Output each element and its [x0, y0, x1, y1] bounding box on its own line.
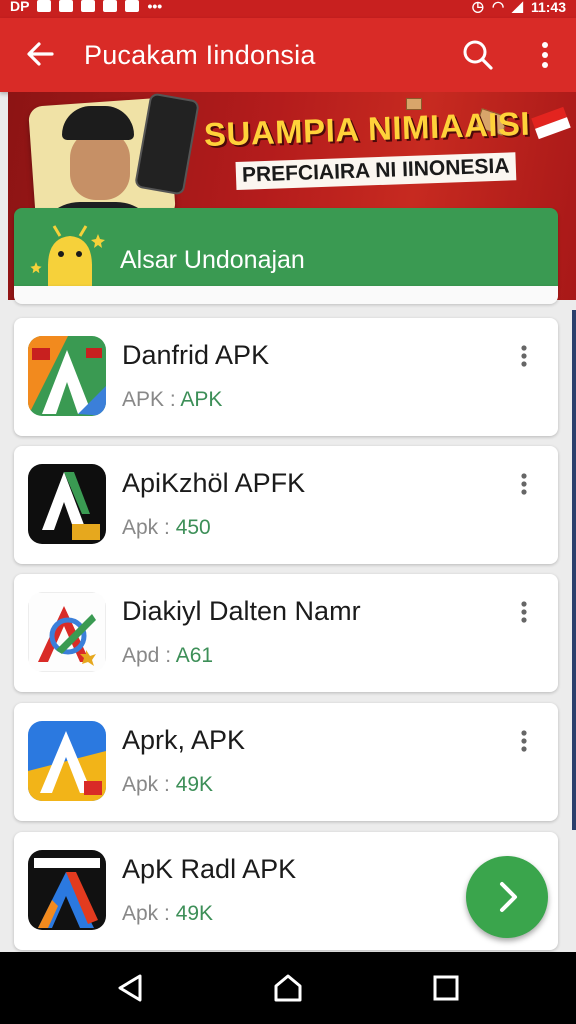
- app-name: Aprk, APK: [122, 725, 246, 755]
- app-meta-label: Apd: [122, 644, 160, 667]
- app-meta-value: 49K: [175, 773, 214, 796]
- signal-icon: ◢: [512, 0, 523, 14]
- a-black-green-app-icon: [28, 464, 106, 544]
- mail-icon: [59, 0, 74, 12]
- app-meta: Apd : A61: [122, 644, 214, 667]
- app-meta-value: 450: [175, 516, 211, 539]
- mute-icon: [103, 0, 118, 12]
- status-time: 11:43: [530, 0, 566, 15]
- a-orange-green-app-icon: [28, 336, 106, 416]
- app-meta: APK : APK: [122, 388, 223, 411]
- notification-icon: [37, 0, 52, 12]
- app-name: Diakiyl Dalten Namr: [122, 596, 361, 626]
- app-meta-label: Apk: [122, 773, 159, 796]
- status-icons-right: ◷ ◠ ◢ 11:43: [472, 0, 566, 15]
- item-menu-icon[interactable]: [514, 727, 534, 755]
- app-bar: Pucakam Iindonsia: [0, 18, 576, 92]
- a-white-multicolor-app-icon: [28, 592, 106, 672]
- back-arrow-icon[interactable]: [22, 36, 58, 72]
- app-meta: Apk : 49K: [122, 773, 214, 796]
- messenger-icon: [125, 0, 140, 12]
- more-notifications-icon: •••: [147, 0, 163, 14]
- app-meta-value: APK: [180, 388, 223, 411]
- app-meta-label: Apk: [122, 516, 159, 539]
- list-divider: [14, 286, 558, 304]
- indonesia-flag-icon: [531, 106, 571, 140]
- item-menu-icon[interactable]: [514, 470, 534, 498]
- app-list-item[interactable]: Diakiyl Dalten Namr Apd : A61: [14, 574, 558, 692]
- app-meta: Apk : 49K: [122, 902, 214, 925]
- nav-home-icon[interactable]: [270, 970, 306, 1006]
- status-left-text: DP: [10, 0, 30, 14]
- android-robot-icon: [30, 225, 105, 286]
- app-name: Danfrid APK: [122, 340, 270, 370]
- app-list-item[interactable]: Aprk, APK Apk : 49K: [14, 703, 558, 821]
- edge-peek-panel: [572, 310, 576, 830]
- app-meta: Apk : 450: [122, 516, 211, 539]
- item-menu-icon[interactable]: [514, 598, 534, 626]
- app-meta-label: APK: [122, 388, 165, 411]
- app-name: ApK Radl APK: [122, 854, 297, 884]
- a-black-red-app-icon: [28, 850, 106, 930]
- app-meta-label: Apk: [122, 902, 159, 925]
- status-icons-left: DP •••: [10, 0, 162, 14]
- app-name: ApiKzhöl APFK: [122, 468, 306, 498]
- alarm-icon: ◷: [471, 0, 484, 14]
- promo-section-header[interactable]: Alsar Undonajan: [14, 208, 558, 286]
- next-fab-button[interactable]: [466, 856, 548, 938]
- app-meta-value: A61: [175, 644, 214, 667]
- app-notification-icon: [81, 0, 96, 12]
- app-list-item[interactable]: ApiKzhöl APFK Apk : 450: [14, 446, 558, 564]
- nav-recents-icon[interactable]: [428, 970, 464, 1006]
- nav-back-icon[interactable]: [112, 970, 148, 1006]
- banner-headline: SUAMPIA NIMIAAISI: [203, 104, 531, 153]
- banner-subheadline: PREFCIAIRA NI IINONESIA: [235, 152, 516, 190]
- app-list-item[interactable]: Danfrid APK APK : APK: [14, 318, 558, 436]
- overflow-menu-icon[interactable]: [532, 37, 558, 73]
- search-icon[interactable]: [460, 37, 496, 73]
- promo-label: Alsar Undonajan: [120, 246, 305, 274]
- chevron-right-icon: [500, 882, 517, 912]
- page-title: Pucakam Iindonsia: [84, 40, 316, 70]
- item-menu-icon[interactable]: [514, 342, 534, 370]
- system-nav-bar: [0, 952, 576, 1024]
- status-bar: DP ••• ◷ ◠ ◢ 11:43: [0, 0, 576, 18]
- wifi-icon: ◠: [491, 0, 505, 14]
- officer-face: [70, 130, 130, 200]
- a-blue-yellow-app-icon: [28, 721, 106, 801]
- app-meta-value: 49K: [175, 902, 214, 925]
